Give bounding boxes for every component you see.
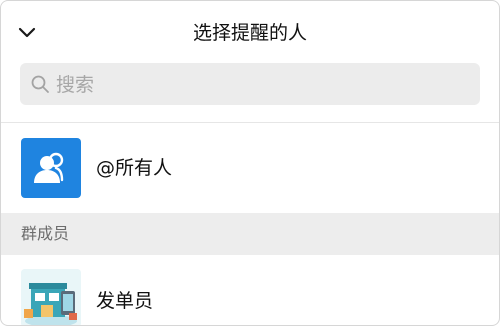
header: 选择提醒的人 (1, 1, 499, 63)
page-title: 选择提醒的人 (192, 22, 307, 44)
mention-all-label: @所有人 (96, 157, 173, 179)
mention-all-item[interactable]: @所有人 (1, 123, 499, 213)
section-label: 群成员 (21, 224, 70, 243)
search-input[interactable] (54, 69, 458, 101)
group-people-icon (21, 138, 81, 198)
mention-picker-panel: 选择提醒的人 @所有人 群成员 (0, 0, 500, 326)
search-icon (30, 74, 50, 94)
search-bar[interactable] (20, 63, 480, 105)
avatar (21, 269, 81, 325)
member-name: 发单员 (96, 290, 154, 312)
member-item[interactable]: 发单员 (1, 255, 499, 325)
section-header: 群成员 (1, 213, 499, 255)
